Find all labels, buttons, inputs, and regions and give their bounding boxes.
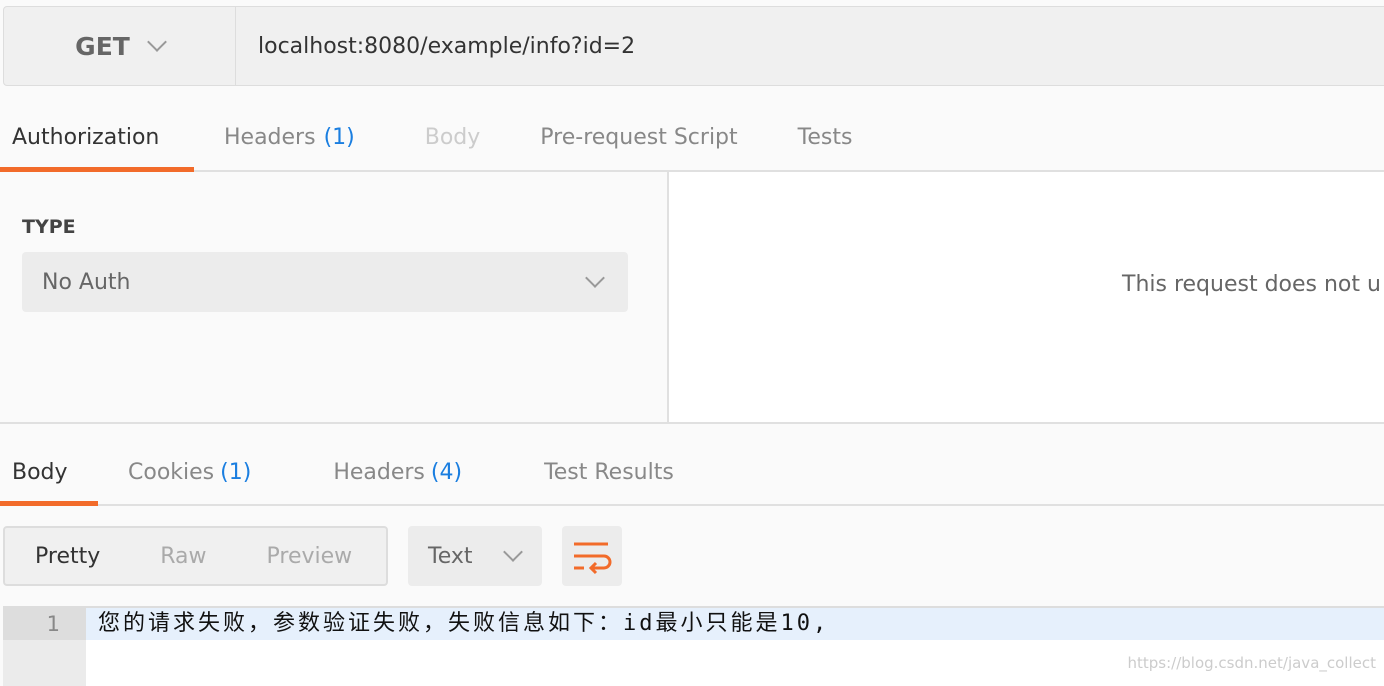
line-number: 1 — [3, 608, 86, 640]
auth-panel: TYPE No Auth This request does not u — [0, 172, 1384, 424]
wrap-lines-button[interactable] — [562, 526, 622, 586]
tab-test-results[interactable]: Test Results — [474, 440, 686, 504]
auth-type-value: No Auth — [42, 269, 131, 295]
tab-headers[interactable]: Headers (1) — [194, 104, 367, 170]
url-bar: GET localhost:8080/example/info?id=2 — [3, 6, 1384, 86]
method-select[interactable]: GET — [4, 7, 236, 85]
chevron-down-icon — [503, 542, 523, 562]
view-mode-group: Pretty Raw Preview — [3, 526, 388, 586]
tab-label: Headers — [224, 124, 316, 150]
chevron-down-icon — [585, 268, 605, 288]
response-editor[interactable]: 1 您的请求失败，参数验证失败，失败信息如下：id最小只能是10, — [3, 606, 1384, 686]
tab-label: Headers — [333, 459, 425, 485]
chevron-down-icon — [146, 32, 167, 52]
tab-authorization[interactable]: Authorization — [0, 104, 194, 172]
tab-count: (1) — [220, 459, 252, 485]
format-value: Text — [428, 543, 473, 569]
view-preview-button[interactable]: Preview — [237, 544, 383, 569]
line-gutter: 1 — [3, 608, 86, 686]
auth-type-panel: TYPE No Auth — [0, 172, 669, 422]
request-tabs: Authorization Headers (1) Body Pre-reques… — [0, 104, 1384, 172]
tab-body[interactable]: Body — [367, 104, 493, 170]
auth-message: This request does not u — [1122, 272, 1381, 297]
response-tabs: Body Cookies (1) Headers (4) Test Results — [0, 440, 1384, 506]
type-label: TYPE — [22, 216, 76, 238]
url-input[interactable]: localhost:8080/example/info?id=2 — [236, 7, 635, 85]
tab-label: Tests — [797, 124, 853, 150]
tab-label: Pre-request Script — [540, 124, 738, 150]
tab-response-headers[interactable]: Headers (4) — [263, 440, 474, 504]
method-label: GET — [75, 31, 130, 61]
tab-count: (1) — [323, 124, 355, 150]
tab-count: (4) — [430, 459, 463, 485]
wrap-lines-icon — [574, 542, 612, 575]
tab-tests[interactable]: Tests — [750, 104, 865, 170]
tab-response-body[interactable]: Body — [0, 440, 98, 506]
watermark: https://blog.csdn.net/java_collect — [1127, 654, 1377, 672]
tab-label: Body — [424, 124, 481, 150]
view-pretty-button[interactable]: Pretty — [5, 544, 130, 569]
view-raw-button[interactable]: Raw — [130, 544, 236, 569]
code-line: 您的请求失败，参数验证失败，失败信息如下：id最小只能是10, — [86, 608, 1384, 640]
tab-label: Test Results — [544, 459, 674, 485]
tab-label: Body — [12, 459, 68, 485]
tab-cookies[interactable]: Cookies (1) — [98, 440, 263, 504]
auth-type-select[interactable]: No Auth — [22, 252, 628, 312]
tab-pre-request-script[interactable]: Pre-request Script — [492, 104, 749, 170]
format-select[interactable]: Text — [408, 526, 542, 586]
tab-label: Authorization — [12, 124, 160, 150]
tab-label: Cookies — [128, 459, 215, 485]
